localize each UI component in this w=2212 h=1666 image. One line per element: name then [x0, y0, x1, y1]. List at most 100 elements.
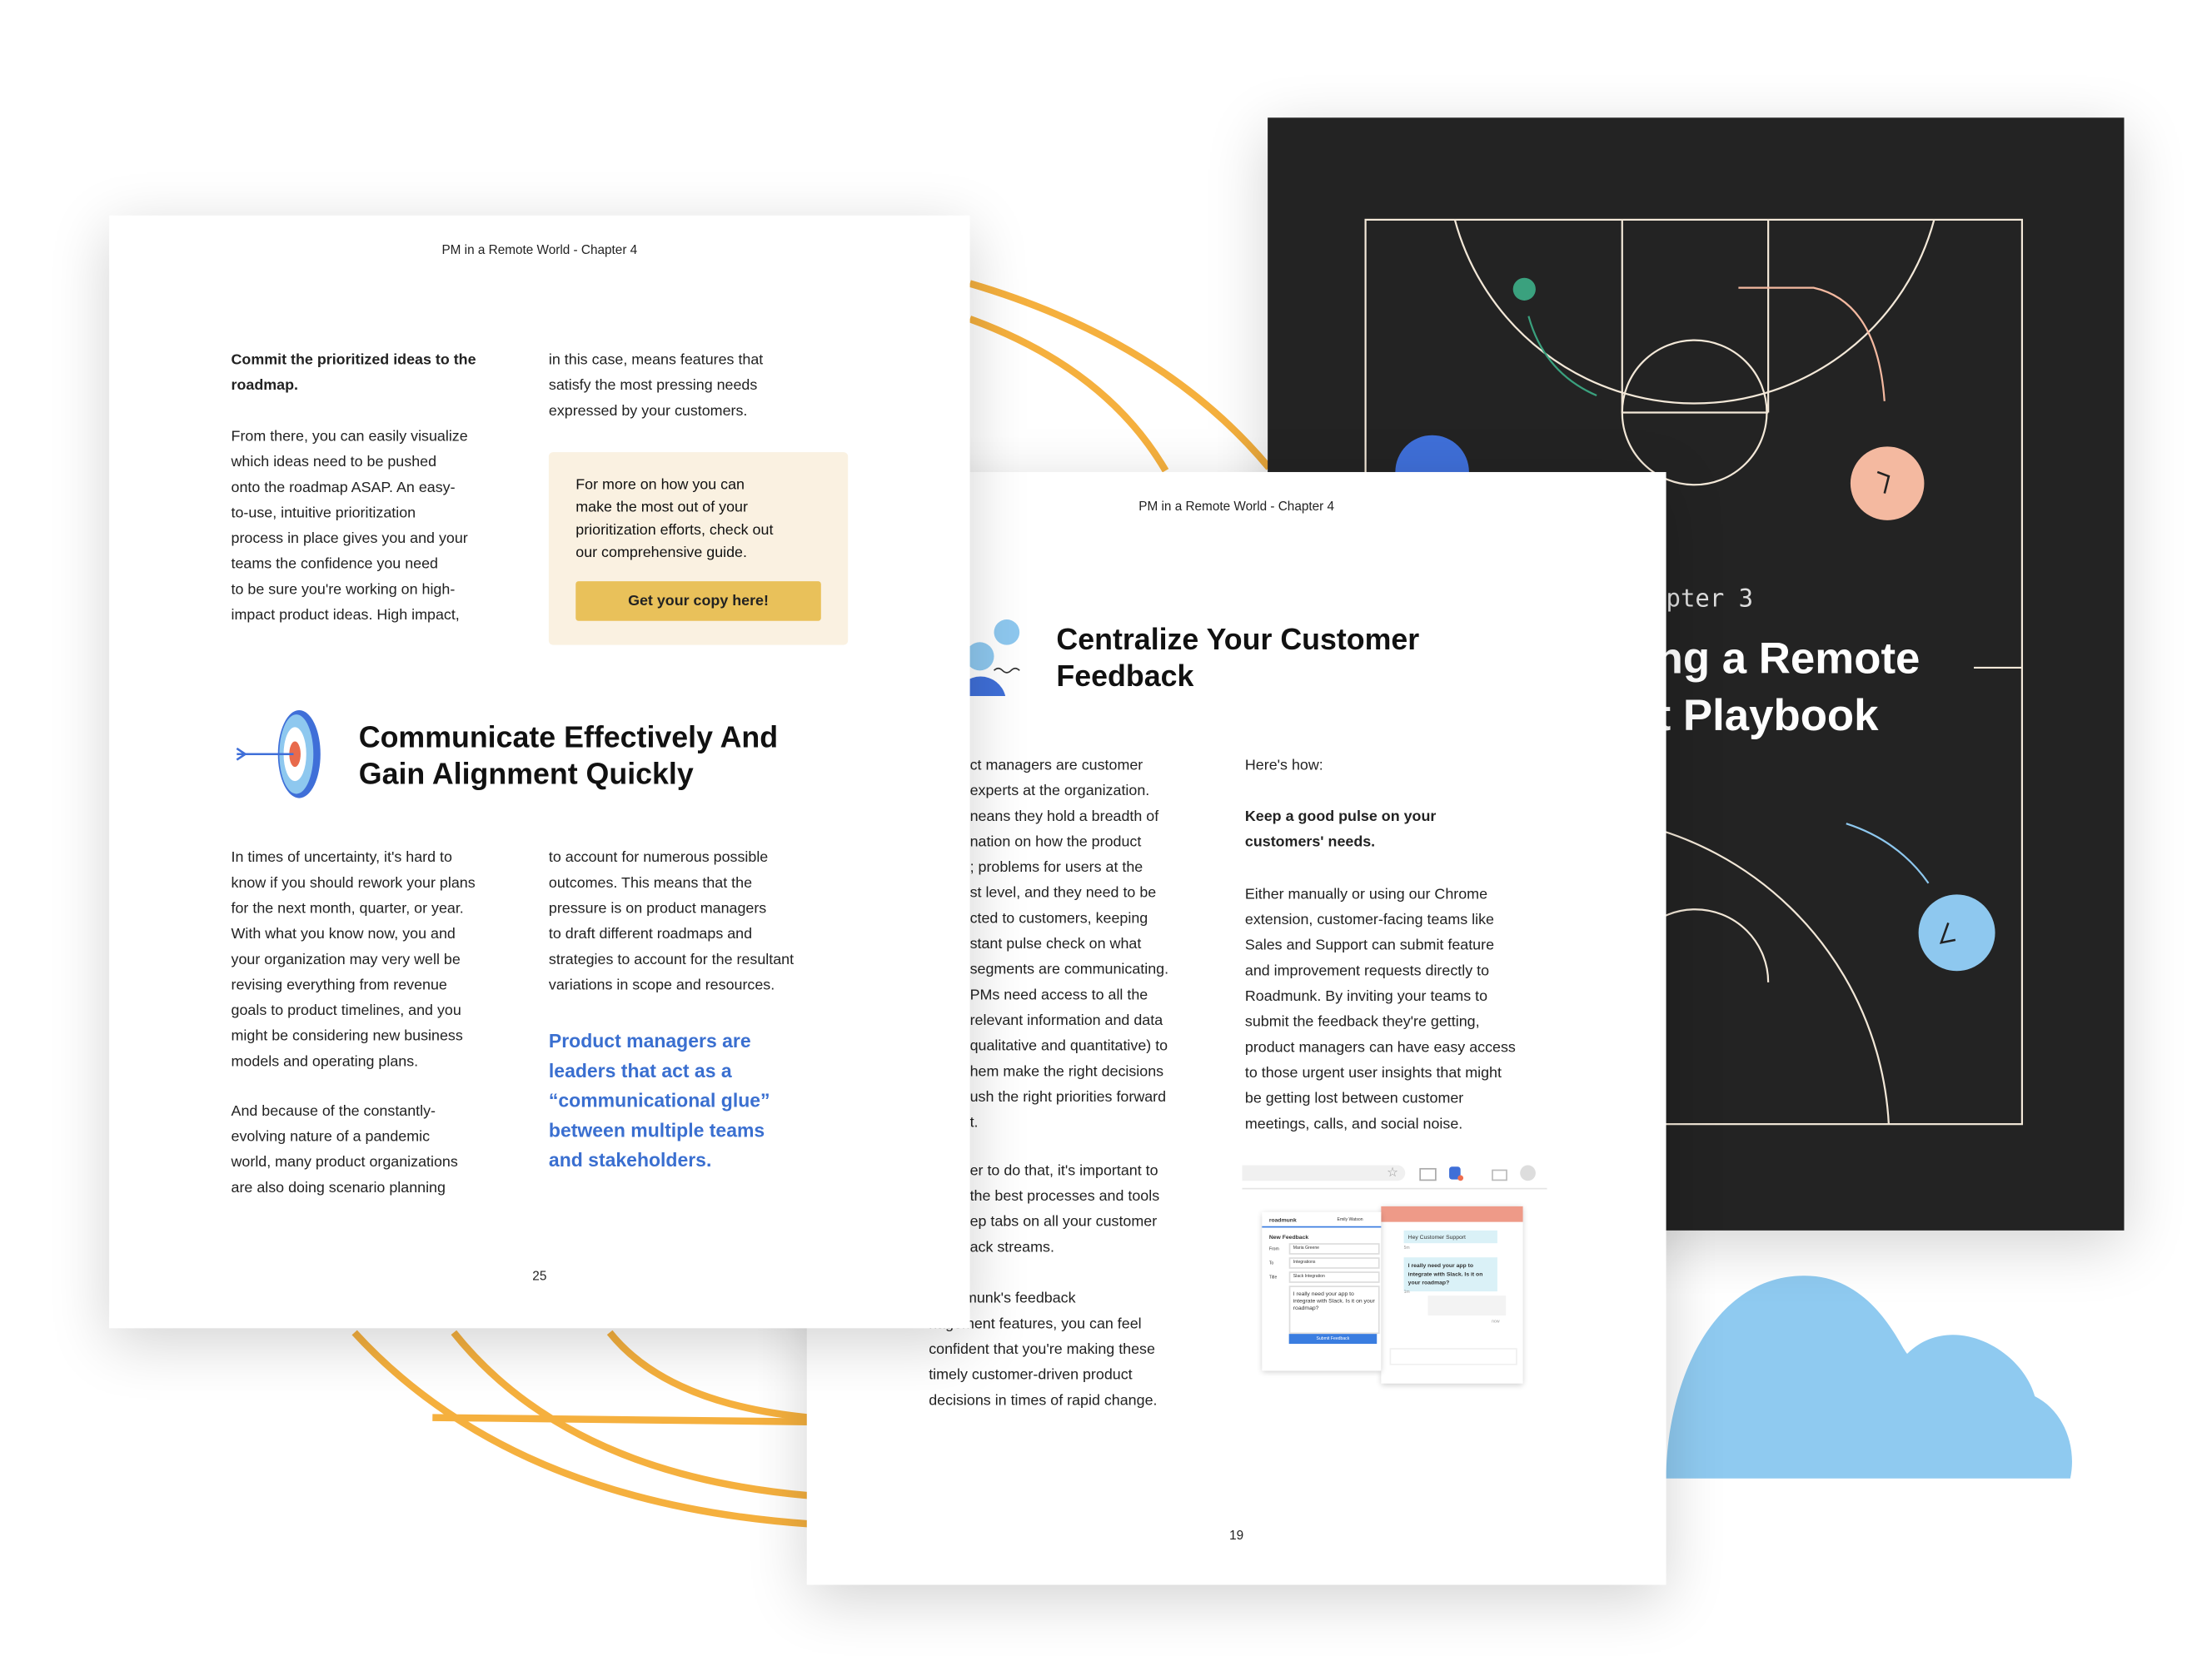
cover-title-line-2: t Playbook: [1656, 690, 1879, 740]
text-line: satisfy the most pressing needs: [548, 376, 758, 395]
intro-heading: Commit the prioritized ideas to the road…: [231, 351, 476, 395]
text-line: Roadmunk. By inviting your teams to: [1244, 987, 1488, 1006]
text-line: leaders that act as a: [548, 1060, 732, 1082]
page-header: PM in a Remote World - Chapter 4: [441, 242, 638, 257]
text-line: evolving nature of a pandemic: [231, 1128, 431, 1146]
toolbar-divider: [1242, 1187, 1547, 1190]
chat-time: 1m: [1403, 1288, 1410, 1295]
text-line: which ideas need to be pushed: [231, 453, 437, 471]
get-copy-button[interactable]: Get your copy here!: [575, 581, 821, 621]
section-column-2: to account for numerous possible outcomes…: [549, 845, 794, 998]
section-title: Centralize Your Customer Feedback: [1056, 622, 1419, 696]
text-line: submit the feedback they're getting,: [1244, 1013, 1480, 1031]
text-line: experts at the organization.: [969, 782, 1150, 800]
text-line: qualitative and quantitative) to: [969, 1037, 1168, 1055]
to-field[interactable]: Integrations: [1288, 1257, 1380, 1269]
text-line: be getting lost between customer: [1244, 1090, 1464, 1107]
text-line: neans they hold a breadth of: [969, 808, 1159, 825]
text-line: to draft different roadmaps and: [548, 925, 753, 943]
text-line: With what you know now, you and: [231, 925, 456, 943]
text-line: cted to customers, keeping: [969, 910, 1148, 927]
callout-text: For more on how you can make the most out…: [575, 474, 773, 564]
text-line: between multiple teams: [548, 1120, 765, 1141]
callout-box: For more on how you can make the most out…: [548, 452, 849, 645]
text-line: strategies to account for the resultant: [548, 951, 795, 968]
text-line: stant pulse check on what: [969, 935, 1142, 953]
title-line: Feedback: [1056, 660, 1194, 694]
text-line: models and operating plans.: [231, 1053, 419, 1071]
submit-feedback-button[interactable]: Submit Feedback: [1288, 1334, 1378, 1345]
text-line: PMs need access to all the: [969, 987, 1148, 1004]
title-line: Centralize Your Customer: [1056, 624, 1420, 657]
title-field[interactable]: Slack Integration: [1288, 1271, 1380, 1283]
text-line: world, many product organizations: [231, 1153, 458, 1171]
text-line: your organization may very well be: [231, 951, 461, 968]
text-line: goals to product timelines, and you: [231, 1002, 461, 1020]
star-icon: ☆: [1387, 1165, 1398, 1180]
text-line: confident that you're making these: [929, 1340, 1155, 1359]
text-line: For more on how you can: [575, 476, 745, 494]
text-line: and improvement requests directly to: [1244, 962, 1490, 980]
lightblue-face-icon: [1918, 894, 1995, 972]
field-label: Title: [1268, 1274, 1278, 1281]
text-line: hem make the right decisions: [969, 1062, 1164, 1081]
subheading-line: Keep a good pulse on your: [1244, 808, 1437, 825]
text-line: pressure is on product managers: [548, 900, 767, 918]
field-label: From: [1268, 1246, 1279, 1252]
text-line: teams the confidence you need: [231, 555, 438, 573]
text-line: And because of the constantly-: [231, 1102, 436, 1121]
column-2-body: in this case, means features that satisfy…: [549, 347, 763, 424]
text-line: to account for numerous possible: [548, 848, 769, 867]
chat-message: I really need your app to integrate with…: [1403, 1257, 1497, 1292]
text-line: outcomes. This means that the: [548, 874, 753, 892]
chat-window: Hey Customer Support 5m I really need yo…: [1381, 1206, 1523, 1384]
text-line: Sales and Support can submit feature: [1244, 937, 1495, 954]
left-page: PM in a Remote World - Chapter 4 Commit …: [109, 215, 970, 1329]
message-field[interactable]: I really need your app to integrate with…: [1288, 1286, 1380, 1335]
text-line: t.: [969, 1114, 979, 1131]
text-line: onto the roadmap ASAP. An easy-: [231, 479, 456, 496]
user-name: Emily Watson: [1337, 1216, 1363, 1222]
page-number: 25: [532, 1268, 547, 1283]
folder-icon: [1419, 1167, 1437, 1181]
upload-icon: [1520, 1165, 1536, 1181]
cover-chapter-label: pter 3: [1666, 585, 1754, 614]
text-line: meetings, calls, and social noise.: [1244, 1115, 1463, 1133]
from-field[interactable]: Maria Greene: [1288, 1243, 1380, 1255]
roadmunk-extension-icon[interactable]: [1449, 1166, 1464, 1181]
section-column-1: In times of uncertainty, it's hard to kno…: [232, 845, 476, 1075]
text-line: Product managers are: [548, 1030, 751, 1052]
text-line: expressed by your customers.: [548, 402, 748, 420]
text-line: segments are communicating.: [969, 961, 1169, 978]
text-line: Either manually or using our Chrome: [1244, 886, 1488, 903]
body-column-1: ct managers are customer experts at the o…: [970, 753, 1168, 1136]
chat-input[interactable]: [1389, 1348, 1517, 1365]
text-line: might be considering new business: [231, 1027, 463, 1045]
subheading: Keep a good pulse on your customers' nee…: [1245, 803, 1436, 854]
target-arrow-icon: [236, 710, 321, 798]
body-column-2: Either manually or using our Chrome exten…: [1245, 882, 1516, 1136]
subheading-line: customers' needs.: [1244, 833, 1376, 851]
text-line: make the most out of your: [575, 499, 748, 516]
text-line: timely customer-driven product: [929, 1366, 1133, 1384]
text-line: process in place gives you and your: [231, 530, 468, 548]
chat-time: now: [1492, 1318, 1500, 1325]
intro-text: Here's how:: [1244, 757, 1323, 774]
text-line: revising everything from revenue: [231, 977, 447, 994]
text-line: ct managers are customer: [969, 757, 1143, 774]
text-line: ack streams.: [969, 1239, 1054, 1256]
pull-quote: Product managers are leaders that act as …: [549, 1027, 770, 1176]
brand-logo: roadmunk: [1268, 1216, 1297, 1224]
feedback-form: roadmunk Emily Watson New Feedback From …: [1262, 1211, 1382, 1371]
browser-address-bar: [1242, 1165, 1406, 1181]
text-line: decisions in times of rapid change.: [929, 1391, 1158, 1410]
text-line: ush the right priorities forward: [969, 1088, 1167, 1107]
cast-icon: [1492, 1169, 1507, 1181]
section-title: Communicate Effectively And Gain Alignme…: [359, 720, 778, 794]
text-line: In times of uncertainty, it's hard to: [231, 848, 452, 867]
text-line: know if you should rework your plans: [231, 874, 476, 892]
text-line: impact product ideas. High impact,: [231, 606, 460, 624]
text-line: From there, you can easily visualize: [231, 428, 468, 445]
text-line: for the next month, quarter, or year.: [231, 900, 464, 918]
chat-reply-placeholder: [1427, 1296, 1507, 1316]
